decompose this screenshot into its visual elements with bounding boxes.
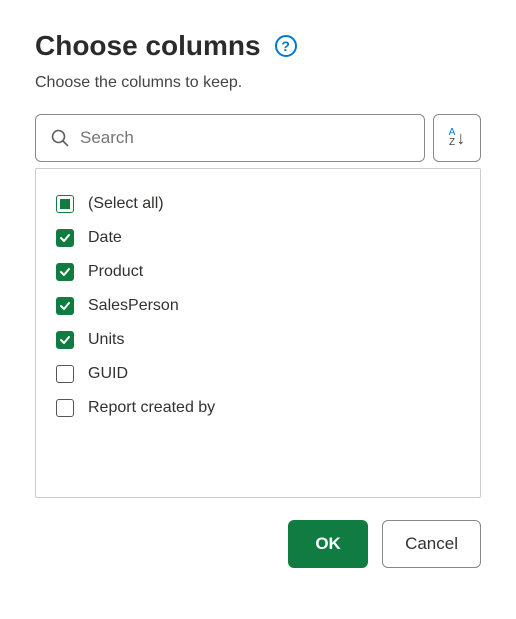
dialog-title: Choose columns (35, 30, 261, 62)
dialog-header: Choose columns ? (35, 30, 481, 62)
checkbox-guid[interactable] (56, 365, 74, 383)
column-item-report-created-by[interactable]: Report created by (56, 391, 460, 425)
dialog-subtitle: Choose the columns to keep. (35, 74, 481, 92)
column-label: GUID (88, 365, 128, 383)
search-row: A Z ↓ (35, 114, 481, 162)
column-label: Product (88, 263, 143, 281)
search-wrapper[interactable] (35, 114, 425, 162)
select-all-label: (Select all) (88, 195, 164, 213)
search-icon (50, 128, 70, 148)
column-label: SalesPerson (88, 297, 179, 315)
help-icon[interactable]: ? (275, 35, 297, 57)
search-input[interactable] (80, 128, 410, 148)
column-label: Units (88, 331, 124, 349)
sort-az-icon: A Z ↓ (449, 128, 466, 148)
checkbox-report-created-by[interactable] (56, 399, 74, 417)
ok-button[interactable]: OK (288, 520, 368, 568)
select-all-checkbox[interactable] (56, 195, 74, 213)
cancel-button[interactable]: Cancel (382, 520, 481, 568)
column-item-units[interactable]: Units (56, 323, 460, 357)
dialog-buttons: OK Cancel (35, 520, 481, 568)
column-item-date[interactable]: Date (56, 221, 460, 255)
checkbox-units[interactable] (56, 331, 74, 349)
column-label: Date (88, 229, 122, 247)
column-item-guid[interactable]: GUID (56, 357, 460, 391)
column-item-salesperson[interactable]: SalesPerson (56, 289, 460, 323)
column-label: Report created by (88, 399, 215, 417)
sort-button[interactable]: A Z ↓ (433, 114, 481, 162)
select-all-item[interactable]: (Select all) (56, 187, 460, 221)
column-item-product[interactable]: Product (56, 255, 460, 289)
checkbox-salesperson[interactable] (56, 297, 74, 315)
checkbox-product[interactable] (56, 263, 74, 281)
checkbox-date[interactable] (56, 229, 74, 247)
column-list: (Select all) Date Product SalesPerson Un… (35, 168, 481, 498)
